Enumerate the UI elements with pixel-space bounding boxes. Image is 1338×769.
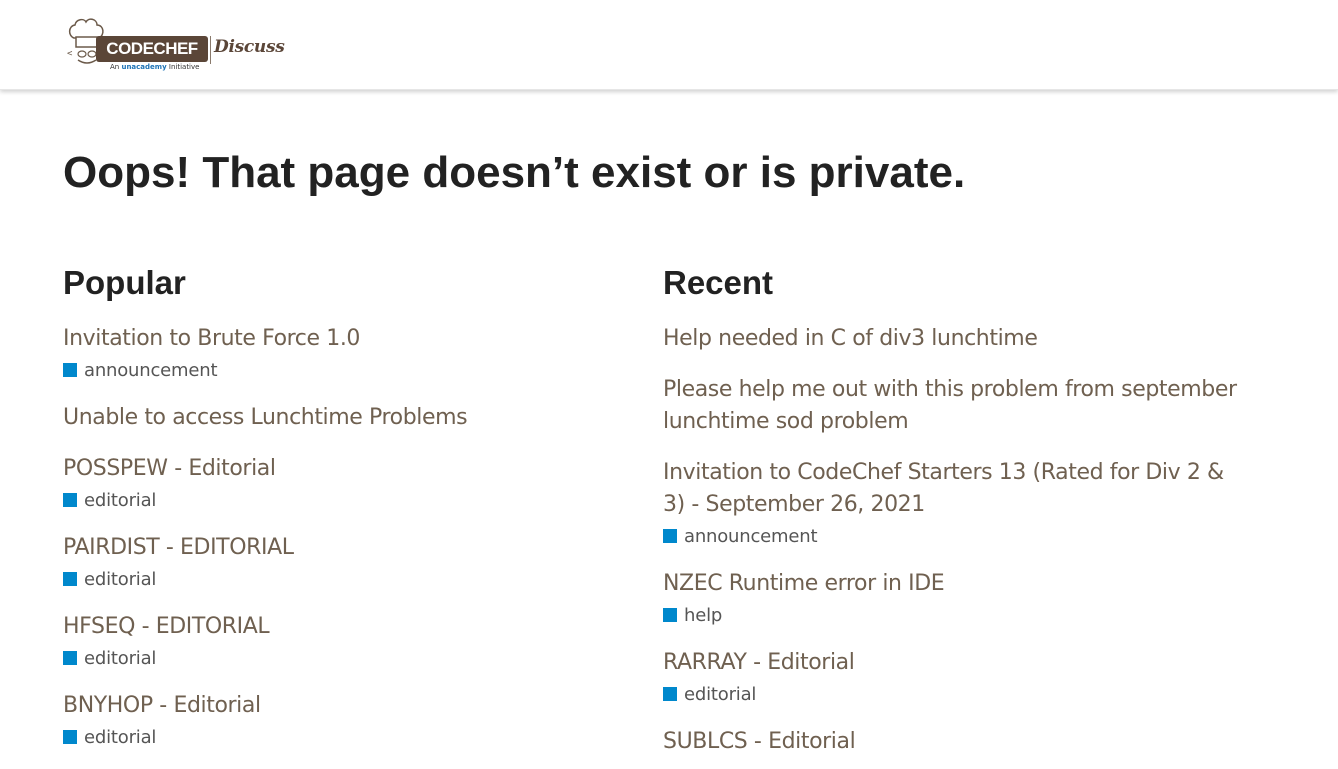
list-item: POSSPEW - Editorial editorial: [63, 453, 643, 513]
list-item: PAIRDIST - EDITORIAL editorial: [63, 532, 643, 592]
category-badge[interactable]: editorial: [63, 724, 643, 750]
brand-box: CODECHEF: [96, 36, 208, 62]
list-item: NZEC Runtime error in IDE help: [663, 568, 1243, 628]
brand-suffix: Discuss: [214, 37, 285, 57]
category-badge[interactable]: editorial: [63, 645, 643, 671]
topic-link[interactable]: Invitation to Brute Force 1.0: [63, 323, 643, 355]
category-badge[interactable]: help: [663, 602, 1243, 628]
category-label: editorial: [84, 726, 157, 748]
topic-link[interactable]: NZEC Runtime error in IDE: [663, 568, 1243, 600]
topic-link[interactable]: Unable to access Lunchtime Problems: [63, 402, 643, 434]
category-label: editorial: [84, 489, 157, 511]
category-swatch: [63, 730, 77, 744]
recent-topic-list: Help needed in C of div3 lunchtime Pleas…: [663, 323, 1243, 758]
list-item: Unable to access Lunchtime Problems: [63, 402, 643, 434]
list-item: Invitation to CodeChef Starters 13 (Rate…: [663, 457, 1243, 549]
popular-section: Popular Invitation to Brute Force 1.0 an…: [63, 262, 643, 769]
brand-name: CODECHEF: [106, 39, 198, 58]
category-label: announcement: [84, 359, 218, 381]
topic-link[interactable]: HFSEQ - EDITORIAL: [63, 611, 643, 643]
topic-link[interactable]: Please help me out with this problem fro…: [663, 374, 1243, 438]
category-swatch: [663, 687, 677, 701]
list-item: HFSEQ - EDITORIAL editorial: [63, 611, 643, 671]
topic-link[interactable]: PAIRDIST - EDITORIAL: [63, 532, 643, 564]
tagline-suffix: Initiative: [168, 63, 200, 71]
brand-tagline: An unacademy Initiative: [110, 63, 199, 71]
category-label: announcement: [684, 525, 818, 547]
category-swatch: [663, 529, 677, 543]
category-swatch: [63, 493, 77, 507]
tagline-brand: unacademy: [121, 63, 167, 71]
recent-section: Recent Help needed in C of div3 lunchtim…: [663, 262, 1243, 769]
topic-link[interactable]: Help needed in C of div3 lunchtime: [663, 323, 1243, 355]
recent-heading: Recent: [663, 264, 774, 301]
category-badge[interactable]: editorial: [63, 487, 643, 513]
list-item: Invitation to Brute Force 1.0 announceme…: [63, 323, 643, 383]
site-logo-link[interactable]: < CODECHEF Discuss An unacademy Initiati…: [66, 16, 286, 76]
category-badge[interactable]: editorial: [663, 681, 1243, 707]
page-title: Oops! That page doesn’t exist or is priv…: [63, 148, 966, 197]
list-item: Help needed in C of div3 lunchtime: [663, 323, 1243, 355]
svg-text:<: <: [67, 49, 73, 59]
popular-heading: Popular: [63, 264, 186, 301]
category-badge[interactable]: announcement: [63, 357, 643, 383]
category-label: help: [684, 604, 723, 626]
topic-link[interactable]: POSSPEW - Editorial: [63, 453, 643, 485]
list-item: RARRAY - Editorial editorial: [663, 647, 1243, 707]
category-label: editorial: [84, 568, 157, 590]
category-swatch: [663, 608, 677, 622]
category-badge[interactable]: editorial: [63, 566, 643, 592]
category-swatch: [63, 572, 77, 586]
category-label: editorial: [84, 647, 157, 669]
brand-divider: [210, 36, 211, 64]
list-item: SUBLCS - Editorial: [663, 726, 1243, 758]
topic-link[interactable]: BNYHOP - Editorial: [63, 690, 643, 722]
topic-link[interactable]: SUBLCS - Editorial: [663, 726, 1243, 758]
category-swatch: [63, 651, 77, 665]
list-item: Please help me out with this problem fro…: [663, 374, 1243, 438]
topic-link[interactable]: RARRAY - Editorial: [663, 647, 1243, 679]
category-swatch: [63, 363, 77, 377]
list-item: BNYHOP - Editorial editorial: [63, 690, 643, 750]
popular-topic-list: Invitation to Brute Force 1.0 announceme…: [63, 323, 643, 750]
topic-link[interactable]: Invitation to CodeChef Starters 13 (Rate…: [663, 457, 1243, 521]
category-label: editorial: [684, 683, 757, 705]
tagline-prefix: An: [110, 63, 120, 71]
site-header: < CODECHEF Discuss An unacademy Initiati…: [0, 0, 1338, 90]
category-badge[interactable]: announcement: [663, 523, 1243, 549]
